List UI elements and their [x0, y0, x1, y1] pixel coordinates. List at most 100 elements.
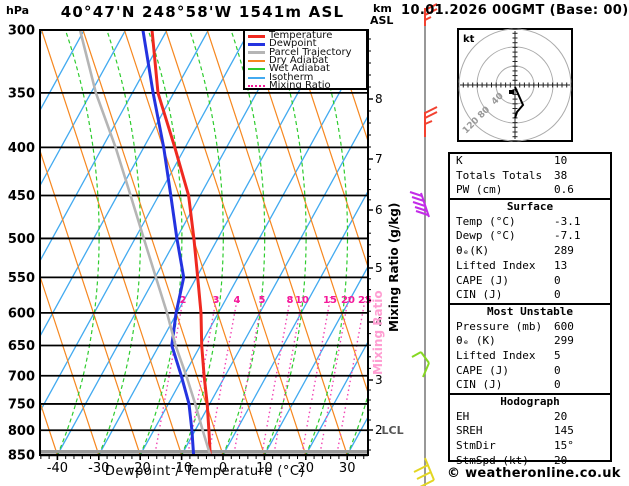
svg-text:4: 4	[234, 295, 241, 306]
table-row: PW (cm) 0.6	[450, 183, 610, 198]
svg-text:600: 600	[8, 306, 35, 321]
legend-line-sample	[248, 68, 265, 71]
table-row-value: 0	[554, 378, 561, 392]
legend-line-sample	[248, 51, 265, 55]
table-row-label: CIN (J)	[456, 378, 503, 392]
legend-line-sample	[248, 34, 265, 38]
svg-text:5: 5	[259, 295, 266, 306]
svg-text:30: 30	[339, 461, 356, 476]
svg-text:3: 3	[213, 295, 220, 306]
svg-text:8: 8	[287, 295, 294, 306]
table-row-value: 299	[554, 334, 574, 348]
table-row: Pressure (mb) 600	[450, 320, 610, 335]
table-row: θₑ (K) 299	[450, 334, 610, 349]
table-row-label: θₑ(K)	[456, 244, 490, 258]
legend-line-sample	[248, 76, 265, 79]
table-row-label: K	[456, 154, 463, 167]
table-row-value: 15°	[554, 439, 574, 453]
svg-text:10: 10	[295, 295, 309, 306]
table-row-label: Lifted Index	[456, 348, 536, 362]
legend-line-sample	[248, 84, 265, 87]
table-row-value: 20	[554, 409, 568, 423]
table-row-value: 600	[554, 319, 574, 333]
svg-text:750: 750	[8, 397, 35, 412]
table-row-value: -7.1	[554, 229, 581, 243]
legend-item-mixing-ratio: Mixing Ratio	[248, 80, 366, 90]
svg-text:550: 550	[8, 271, 35, 286]
table-row-value: 145	[554, 424, 574, 438]
table-section-title: Most Unstable	[486, 304, 574, 318]
temperature-axis-label: Dewpoint / Temperature (°C)	[104, 464, 306, 479]
svg-text:400: 400	[8, 141, 35, 156]
table-row: EH 20	[450, 410, 610, 425]
table-row-label: θₑ (K)	[456, 334, 496, 348]
hodograph: 4080120kt	[457, 28, 573, 142]
table-row: Dewp (°C) -7.1	[450, 229, 610, 244]
svg-text:450: 450	[8, 189, 35, 204]
table-row: CAPE (J) 0	[450, 364, 610, 379]
table-row-value: 0.6	[554, 183, 574, 197]
table-row-label: CAPE (J)	[456, 363, 509, 377]
skewt-sounding-screenshot: 2 3 4 5 8 10 15 20 25 300 350 400 450 500 550 600 650 700…	[0, 0, 629, 486]
table-row-label: Dewp (°C)	[456, 229, 516, 243]
svg-text:650: 650	[8, 339, 35, 354]
altitude-axis-unit-asl: ASL	[370, 14, 394, 27]
table-row-value: 38	[554, 168, 568, 182]
svg-text:500: 500	[8, 232, 35, 247]
wind-barb-1	[424, 106, 438, 137]
svg-text:8: 8	[375, 92, 383, 106]
table-row-value: 289	[554, 244, 574, 258]
table-row-label: Temp (°C)	[456, 214, 516, 228]
svg-text:800: 800	[8, 424, 35, 439]
svg-text:850: 850	[8, 449, 35, 464]
table-row-value: 13	[554, 258, 568, 272]
svg-text:6: 6	[375, 203, 383, 217]
table-row: SREH 145	[450, 424, 610, 439]
svg-text:Mixing Ratio (g/kg): Mixing Ratio (g/kg)	[387, 203, 401, 332]
table-row: CAPE (J) 0	[450, 274, 610, 289]
table-section-most-unstable: Most Unstable Pressure (mb) 600 θₑ (K) 299 Li…	[450, 302, 610, 393]
run-datetime: 10.01.2026 00GMT (Base: 00)	[401, 3, 629, 18]
table-section-surface: Surface Temp (°C) -3.1 Dewp (°C) -7.1 θₑ(K) 28…	[450, 198, 610, 303]
table-section-hodograph: Hodograph EH 20 SREH 145 StmDir 15° StmSpd (kt)…	[450, 393, 610, 468]
table-row: Lifted Index 13	[450, 259, 610, 274]
table-row-value: 0	[554, 273, 561, 287]
wind-barb-3	[411, 351, 430, 378]
svg-text:5: 5	[375, 261, 383, 275]
table-row-label: StmSpd (kt)	[456, 453, 529, 467]
table-row: StmDir 15°	[450, 439, 610, 454]
table-row: Totals Totals 38	[450, 169, 610, 184]
wind-barb-4	[413, 457, 435, 486]
table-row-label: CAPE (J)	[456, 273, 509, 287]
table-row-value: 20	[554, 453, 568, 467]
svg-text:700: 700	[8, 369, 35, 384]
table-row-value: 10	[554, 154, 568, 167]
svg-text:Mixing Ratio: Mixing Ratio	[371, 290, 385, 375]
svg-text:20: 20	[341, 295, 355, 306]
table-row-value: 0	[554, 288, 561, 302]
svg-text:350: 350	[8, 86, 35, 101]
legend-line-sample	[248, 60, 265, 63]
table-row: θₑ(K) 289	[450, 244, 610, 259]
table-row-label: StmDir	[456, 439, 496, 453]
wind-barb-2	[409, 191, 430, 218]
svg-text:kt: kt	[463, 34, 475, 45]
table-row-label: CIN (J)	[456, 288, 503, 302]
table-row: Temp (°C) -3.1	[450, 215, 610, 230]
indices-table: K 10 Totals Totals 38 PW (cm) 0.6 Surface Temp …	[448, 152, 612, 467]
svg-text:-40: -40	[47, 461, 68, 476]
svg-text:LCL: LCL	[382, 424, 404, 437]
table-row: CIN (J) 0	[450, 378, 610, 393]
svg-text:300: 300	[8, 24, 35, 39]
pressure-axis-unit: hPa	[6, 4, 30, 17]
table-row: CIN (J) 0	[450, 288, 610, 303]
table-section-title: Hodograph	[500, 395, 560, 408]
svg-text:15: 15	[323, 295, 337, 306]
table-row-label: PW (cm)	[456, 183, 503, 197]
legend-box: Temperature Dewpoint Parcel Trajectory Dry …	[243, 29, 368, 90]
table-row-label: Pressure (mb)	[456, 319, 543, 333]
legend-line-sample	[248, 42, 265, 46]
table-row-value: -3.1	[554, 214, 581, 228]
table-section-title: Surface	[506, 200, 554, 214]
table-row: K 10	[450, 154, 610, 169]
